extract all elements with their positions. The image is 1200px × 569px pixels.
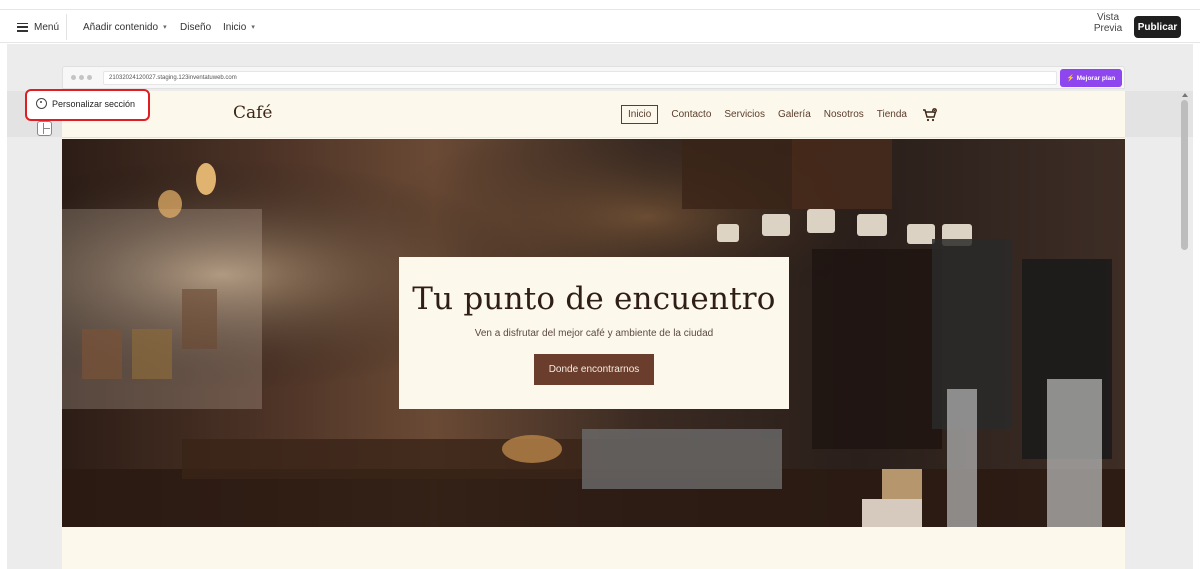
- chevron-down-icon: ▾: [163, 24, 167, 31]
- nav-item-galeria[interactable]: Galería: [778, 109, 811, 120]
- nav-item-nosotros[interactable]: Nosotros: [824, 109, 864, 120]
- design-label: Diseño: [180, 21, 212, 33]
- hero-subtitle: Ven a disfrutar del mejor café y ambient…: [474, 328, 714, 339]
- nav-item-contacto[interactable]: Contacto: [671, 109, 711, 120]
- preview-label-line1: Vista: [1096, 12, 1120, 23]
- design-button[interactable]: Diseño: [180, 10, 211, 44]
- palette-icon: [36, 98, 47, 109]
- browser-frame-bar: 21032024120027.staging.123inventatuweb.c…: [62, 66, 1125, 89]
- nav-item-inicio[interactable]: Inicio: [621, 105, 659, 124]
- upgrade-plan-button[interactable]: ⚡ Mejorar plan: [1060, 69, 1122, 87]
- page-selector-dropdown[interactable]: Inicio ▾: [223, 10, 255, 44]
- customize-section-button[interactable]: Personalizar sección: [25, 89, 150, 121]
- editor-toolbar: Menú Añadir contenido ▾ Diseño Inicio ▾ …: [0, 9, 1200, 43]
- menu-label: Menú: [34, 21, 60, 33]
- publish-button[interactable]: Publicar: [1134, 16, 1181, 38]
- scroll-up-arrow[interactable]: [1182, 93, 1188, 97]
- nav-item-servicios[interactable]: Servicios: [724, 109, 765, 120]
- vertical-scrollbar[interactable]: [1181, 100, 1188, 250]
- add-content-label: Añadir contenido: [83, 21, 159, 33]
- section-layout-icon[interactable]: [37, 121, 52, 136]
- cart-count: 0: [934, 109, 936, 113]
- window-dots: [71, 75, 92, 80]
- customize-section-label: Personalizar sección: [52, 98, 136, 109]
- preview-button[interactable]: Vista Previa: [1088, 12, 1128, 34]
- menu-button[interactable]: Menú: [17, 10, 59, 44]
- site-preview: Café Inicio Contacto Servicios Galería N…: [62, 91, 1125, 569]
- add-content-dropdown[interactable]: Añadir contenido ▾: [83, 10, 167, 44]
- hero-title: Tu punto de encuentro: [412, 281, 776, 317]
- customize-section-content: Personalizar sección: [36, 98, 135, 109]
- chevron-down-icon: ▾: [251, 24, 255, 31]
- site-header: Café Inicio Contacto Servicios Galería N…: [62, 91, 1125, 138]
- site-logo[interactable]: Café: [233, 103, 273, 123]
- find-us-button[interactable]: Donde encontrarnos: [534, 354, 654, 385]
- toolbar-divider: [66, 14, 67, 40]
- cart-icon[interactable]: 0: [922, 107, 937, 122]
- page-selector-label: Inicio: [223, 21, 247, 33]
- nav-item-tienda[interactable]: Tienda: [877, 109, 907, 120]
- preview-label-line2: Previa: [1093, 23, 1123, 34]
- hero-section: Tu punto de encuentro Ven a disfrutar de…: [62, 139, 1125, 527]
- hamburger-icon: [17, 22, 28, 32]
- site-url: 21032024120027.staging.123inventatuweb.c…: [103, 71, 1057, 85]
- hero-card: Tu punto de encuentro Ven a disfrutar de…: [399, 257, 789, 409]
- site-nav: Inicio Contacto Servicios Galería Nosotr…: [621, 105, 937, 124]
